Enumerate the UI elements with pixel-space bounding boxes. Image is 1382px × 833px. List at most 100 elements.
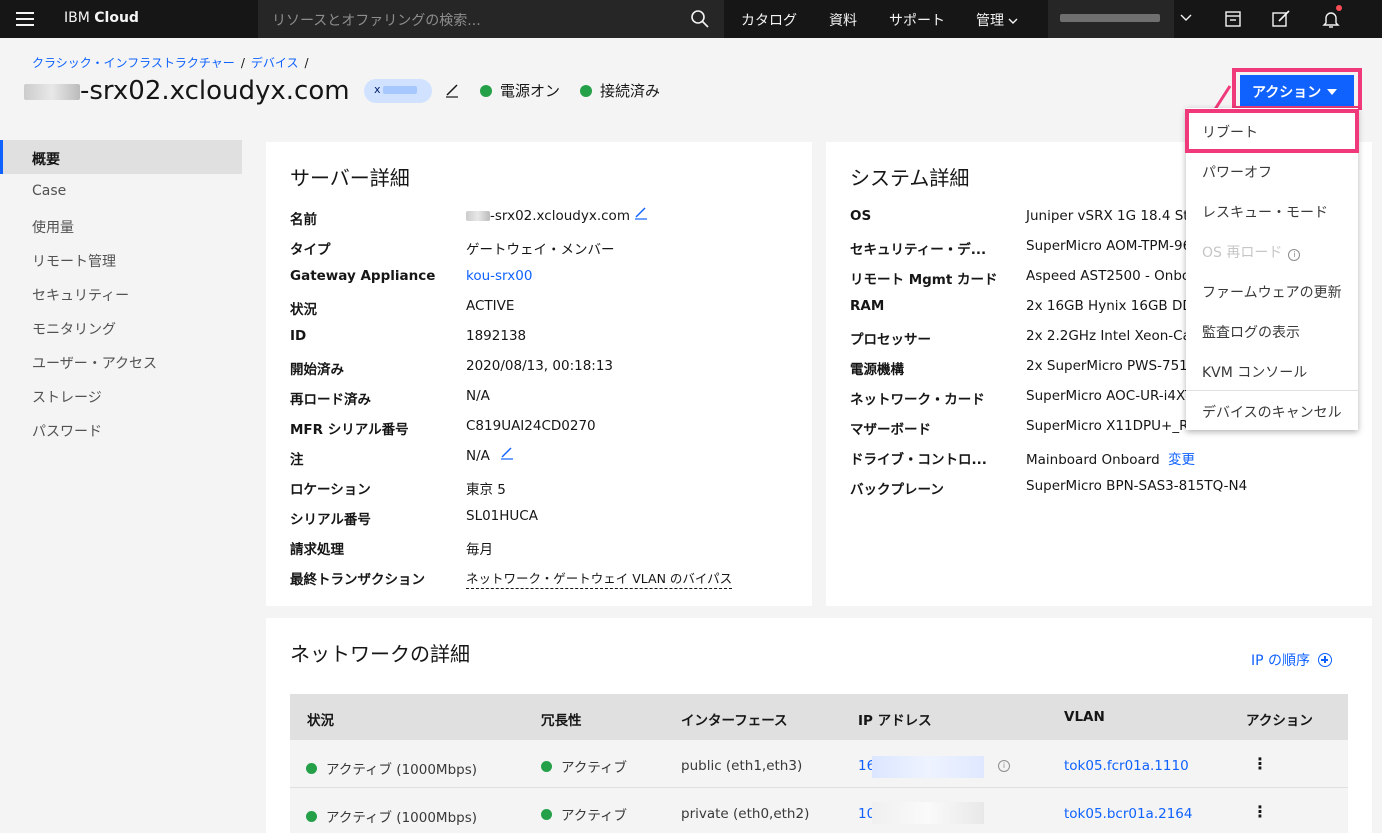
search-bar[interactable]: リソースとオファリングの検索... bbox=[258, 0, 724, 38]
label-gateway-appliance: Gateway Appliance bbox=[290, 268, 436, 284]
sidebar-item-case[interactable]: Case bbox=[0, 174, 242, 208]
value-network-card: SuperMicro AOC-UR-i4XT bbox=[1026, 388, 1194, 404]
search-icon[interactable] bbox=[690, 9, 710, 29]
sidebar-item-monitoring[interactable]: モニタリング bbox=[0, 310, 242, 344]
value-location: 東京 5 bbox=[466, 482, 506, 498]
label-network-card: ネットワーク・カード bbox=[850, 392, 985, 408]
value-gateway-appliance-link[interactable]: kou-srx00 bbox=[466, 268, 532, 284]
label-backplane: バックプレーン bbox=[850, 482, 944, 498]
sidebar-item-usage[interactable]: 使用量 bbox=[0, 208, 242, 242]
sidebar-item-storage[interactable]: ストレージ bbox=[0, 378, 242, 412]
sidebar-item-remote-mgmt[interactable]: リモート管理 bbox=[0, 242, 242, 276]
label-os: OS bbox=[850, 208, 872, 224]
change-drive-controller-link[interactable]: 変更 bbox=[1168, 452, 1195, 468]
label-note: 注 bbox=[290, 452, 304, 468]
label-processor: プロセッサー bbox=[850, 332, 931, 348]
label-status: 状況 bbox=[290, 302, 317, 318]
page-title: -srx02.xcloudyx.com bbox=[24, 76, 350, 106]
value-ram: 2x 16GB Hynix 16GB DDR bbox=[1026, 298, 1203, 314]
menu-item-audit-log[interactable]: 監査ログの表示 bbox=[1186, 310, 1358, 350]
side-navigation: 概要 Case 使用量 リモート管理 セキュリティー モニタリング ユーザー・ア… bbox=[0, 140, 242, 446]
row-redundancy: アクティブ bbox=[541, 756, 627, 776]
ip-order-link[interactable]: IP の順序 bbox=[1251, 650, 1332, 670]
value-mfr-serial: C819UAI24CD0270 bbox=[466, 418, 596, 434]
value-power-supply: 2x SuperMicro PWS-751F bbox=[1026, 358, 1196, 374]
value-backplane: SuperMicro BPN-SAS3-815TQ-N4 bbox=[1026, 478, 1248, 494]
notification-badge bbox=[1336, 5, 1342, 11]
label-motherboard: マザーボード bbox=[850, 422, 931, 438]
row-interface: public (eth1,eth3) bbox=[681, 758, 803, 774]
row-status: アクティブ (1000Mbps) bbox=[306, 806, 477, 826]
edit-note-icon[interactable] bbox=[500, 446, 514, 460]
account-selector[interactable] bbox=[1048, 0, 1174, 38]
label-remote-mgmt-card: リモート Mgmt カード bbox=[850, 272, 998, 288]
device-tag[interactable]: x bbox=[364, 79, 432, 103]
menu-item-os-reload: OS 再ロード i bbox=[1186, 230, 1358, 270]
caret-down-icon bbox=[1327, 89, 1338, 95]
nav-catalog[interactable]: カタログ bbox=[741, 10, 797, 30]
row-vlan-link[interactable]: tok05.fcr01a.1110 bbox=[1064, 758, 1189, 774]
label-reloaded: 再ロード済み bbox=[290, 392, 371, 408]
label-type: タイプ bbox=[290, 242, 331, 258]
breadcrumb-classic-infra[interactable]: クラシック・インフラストラクチャー bbox=[32, 56, 235, 70]
menu-item-kvm-console[interactable]: KVM コンソール bbox=[1186, 350, 1358, 390]
row-vlan-link[interactable]: tok05.bcr01a.2164 bbox=[1064, 806, 1192, 822]
menu-item-cancel-device[interactable]: デバイスのキャンセル bbox=[1186, 390, 1358, 430]
menu-item-firmware-update[interactable]: ファームウェアの更新 bbox=[1186, 270, 1358, 310]
sidebar-item-password[interactable]: パスワード bbox=[0, 412, 242, 446]
chevron-down-icon[interactable] bbox=[1180, 12, 1192, 24]
actions-dropdown-menu: リブート パワーオフ レスキュー・モード OS 再ロード i ファームウェアの更新… bbox=[1186, 108, 1358, 430]
search-input[interactable]: リソースとオファリングの検索... bbox=[272, 10, 481, 30]
table-header bbox=[290, 694, 1348, 740]
actions-button[interactable]: アクション bbox=[1240, 75, 1354, 107]
status-dot-icon bbox=[541, 809, 552, 820]
sidebar-item-overview[interactable]: 概要 bbox=[0, 140, 242, 174]
menu-item-power-off[interactable]: パワーオフ bbox=[1186, 150, 1358, 190]
menu-item-reboot[interactable]: リブート bbox=[1186, 110, 1358, 150]
edit-name-icon[interactable] bbox=[634, 206, 648, 220]
redacted-ip bbox=[872, 756, 984, 778]
label-ram: RAM bbox=[850, 298, 885, 314]
status-dot-icon bbox=[306, 763, 317, 774]
breadcrumb-devices[interactable]: デバイス bbox=[251, 56, 299, 70]
info-icon[interactable]: i bbox=[1288, 249, 1301, 261]
server-details-title: サーバー詳細 bbox=[290, 166, 410, 190]
notification-icon[interactable] bbox=[1320, 8, 1342, 30]
value-serial: SL01HUCA bbox=[466, 508, 538, 524]
value-id: 1892138 bbox=[466, 328, 527, 344]
value-reloaded: N/A bbox=[466, 388, 490, 404]
nav-manage[interactable]: 管理 bbox=[976, 10, 1018, 30]
network-details-card: ネットワークの詳細 IP の順序 状況 冗長性 インターフェース IP アドレス… bbox=[266, 618, 1372, 833]
sidebar-item-security[interactable]: セキュリティー bbox=[0, 276, 242, 310]
status-dot-icon bbox=[480, 85, 492, 97]
menu-item-rescue-mode[interactable]: レスキュー・モード bbox=[1186, 190, 1358, 230]
edit-tag-icon[interactable] bbox=[444, 82, 460, 98]
label-name: 名前 bbox=[290, 212, 317, 228]
redacted-ip bbox=[872, 802, 984, 824]
value-processor: 2x 2.2GHz Intel Xeon-Ca bbox=[1026, 328, 1191, 344]
value-last-transaction[interactable]: ネットワーク・ゲートウェイ VLAN のバイパス bbox=[466, 568, 733, 589]
label-last-transaction: 最終トランザクション bbox=[290, 572, 425, 588]
menu-icon[interactable] bbox=[16, 12, 34, 26]
column-header-redundancy: 冗長性 bbox=[541, 713, 582, 729]
connection-status: 接続済み bbox=[580, 80, 660, 101]
nav-docs[interactable]: 資料 bbox=[829, 10, 857, 30]
value-started: 2020/08/13, 00:18:13 bbox=[466, 358, 614, 374]
label-drive-controller: ドライブ・コントロ... bbox=[850, 452, 987, 468]
edit-icon[interactable] bbox=[1270, 8, 1292, 30]
cost-estimator-icon[interactable] bbox=[1222, 8, 1244, 30]
value-os: Juniper vSRX 1G 18.4 Sta bbox=[1026, 208, 1197, 224]
nav-support[interactable]: サポート bbox=[889, 10, 945, 30]
sidebar-item-user-access[interactable]: ユーザー・アクセス bbox=[0, 344, 242, 378]
overflow-menu-icon[interactable]: ⋮ bbox=[1252, 802, 1268, 821]
value-security-device: SuperMicro AOM-TPM-96 bbox=[1026, 238, 1192, 254]
label-power-supply: 電源機構 bbox=[850, 362, 904, 378]
status-dot-icon bbox=[306, 811, 317, 822]
label-id: ID bbox=[290, 328, 307, 344]
overflow-menu-icon[interactable]: ⋮ bbox=[1252, 754, 1268, 773]
value-note: N/A bbox=[466, 448, 490, 464]
brand-logo[interactable]: IBM Cloud bbox=[64, 10, 139, 26]
label-serial: シリアル番号 bbox=[290, 512, 371, 528]
info-icon[interactable]: i bbox=[998, 760, 1010, 772]
value-drive-controller: Mainboard Onboard 変更 bbox=[1026, 452, 1195, 468]
